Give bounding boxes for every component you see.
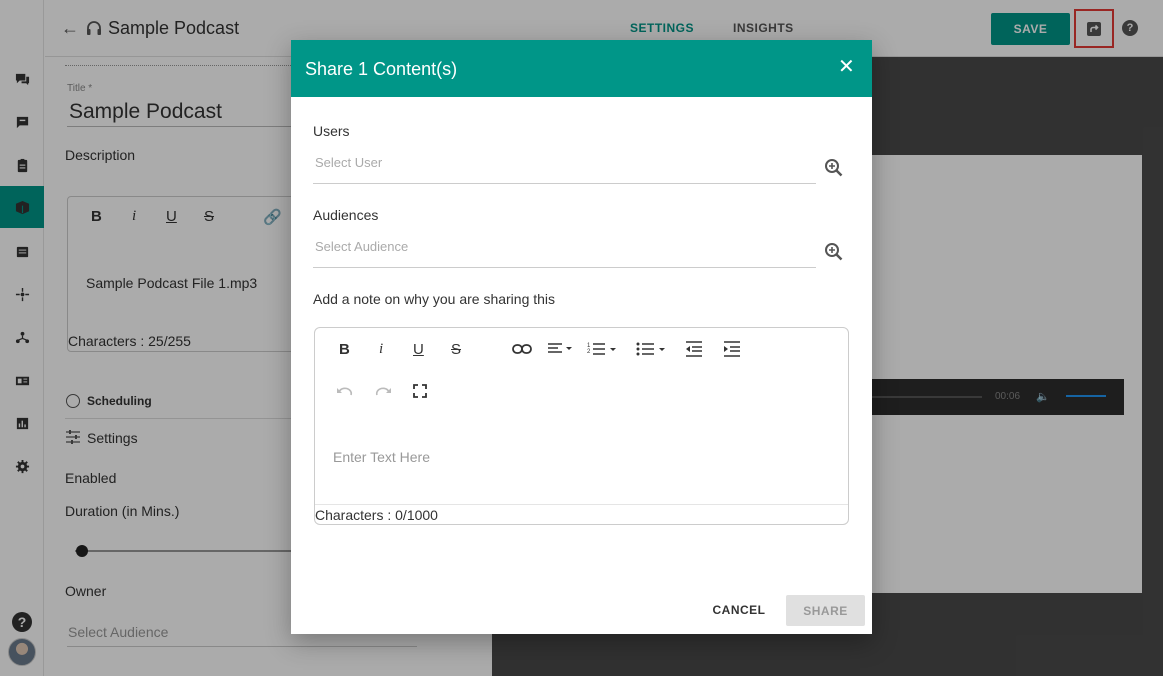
note-input[interactable]: Enter Text Here: [333, 449, 430, 465]
strikethrough-icon[interactable]: S: [451, 341, 461, 358]
users-label: Users: [313, 123, 350, 139]
close-icon[interactable]: ✕: [838, 57, 855, 77]
audiences-label: Audiences: [313, 207, 379, 223]
audiences-input[interactable]: Select Audience: [315, 239, 408, 254]
align-icon[interactable]: [547, 342, 575, 356]
divider: [315, 504, 848, 505]
audiences-underline: [313, 267, 816, 268]
bullet-list-icon[interactable]: [636, 341, 666, 357]
zoom-search-icon[interactable]: [824, 242, 844, 262]
note-editor[interactable]: [314, 327, 849, 525]
share-submit-button[interactable]: SHARE: [786, 595, 865, 626]
undo-icon[interactable]: [336, 385, 354, 399]
svg-text:2: 2: [587, 349, 591, 355]
link-icon[interactable]: [512, 342, 532, 356]
users-input[interactable]: Select User: [315, 155, 382, 170]
zoom-search-icon[interactable]: [824, 158, 844, 178]
cancel-button[interactable]: CANCEL: [707, 596, 771, 623]
dialog-title: Share 1 Content(s): [305, 59, 458, 79]
bold-icon[interactable]: B: [339, 341, 350, 358]
share-dialog: Share 1 Content(s) ✕ Users Select User A…: [291, 40, 872, 634]
italic-icon[interactable]: i: [379, 341, 383, 358]
note-char-count: Characters : 0/1000: [315, 507, 438, 523]
underline-icon[interactable]: U: [413, 341, 424, 358]
outdent-icon[interactable]: [685, 341, 703, 357]
note-label: Add a note on why you are sharing this: [313, 291, 556, 307]
dialog-header: Share 1 Content(s) ✕: [291, 40, 872, 97]
indent-icon[interactable]: [723, 341, 741, 357]
numbered-list-icon[interactable]: 1 2: [587, 341, 617, 357]
fullscreen-icon[interactable]: [413, 384, 427, 398]
redo-icon[interactable]: [374, 385, 392, 399]
users-underline: [313, 183, 816, 184]
